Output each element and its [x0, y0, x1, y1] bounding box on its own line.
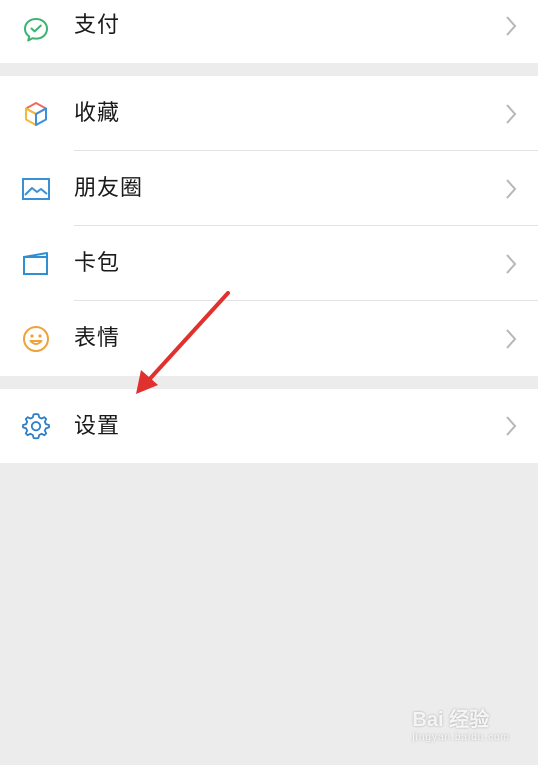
- menu-item-label: 表情: [74, 326, 121, 351]
- gear-icon: [21, 411, 51, 441]
- menu-item-favorites[interactable]: 收藏: [0, 76, 538, 151]
- baidu-jingyan-watermark: Bai 经验 jingyan.baidu.com: [412, 703, 510, 743]
- menu-item-label: 朋友圈: [74, 176, 144, 201]
- menu-item-moments[interactable]: 朋友圈: [0, 151, 538, 226]
- wechat-pay-icon: [21, 15, 51, 45]
- chevron-right-icon: [506, 328, 517, 349]
- chevron-right-icon: [506, 253, 517, 274]
- chevron-right-icon: [506, 416, 517, 436]
- menu-item-pay[interactable]: 支付: [0, 0, 538, 63]
- chevron-right-icon: [506, 178, 517, 199]
- chevron-right-icon: [506, 103, 517, 124]
- watermark-url: jingyan.baidu.com: [412, 732, 510, 743]
- menu-item-card-wallet[interactable]: 卡包: [0, 226, 538, 301]
- menu-item-stickers[interactable]: 表情: [0, 301, 538, 376]
- card-icon: [21, 249, 51, 279]
- smiley-icon: [21, 324, 51, 354]
- features-group: 收藏 朋友圈 卡包 表情: [0, 76, 538, 376]
- settings-group: 设置: [0, 389, 538, 463]
- cube-icon: [21, 99, 51, 129]
- menu-item-label: 卡包: [74, 251, 121, 276]
- menu-item-label: 支付: [74, 13, 121, 38]
- pay-group: 支付: [0, 0, 538, 63]
- menu-item-settings[interactable]: 设置: [0, 389, 538, 463]
- chevron-right-icon: [506, 15, 517, 36]
- picture-icon: [21, 174, 51, 204]
- menu-item-label: 收藏: [74, 101, 121, 126]
- menu-item-label: 设置: [74, 414, 121, 439]
- watermark-brand: Bai 经验: [412, 709, 490, 731]
